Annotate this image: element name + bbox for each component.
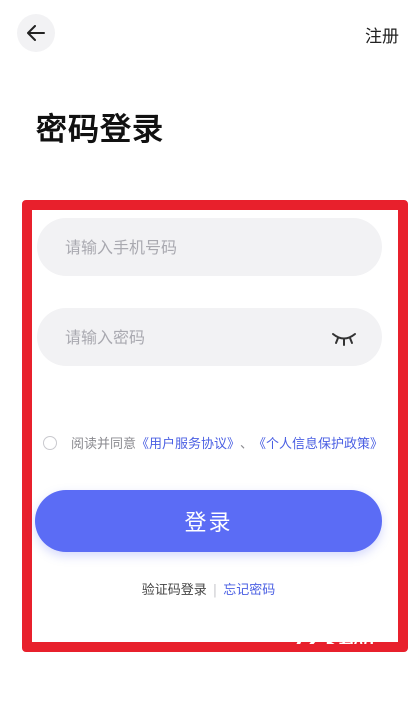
page-title: 密码登录: [36, 112, 164, 148]
phone-field[interactable]: [37, 218, 382, 276]
login-button[interactable]: 登录: [35, 490, 382, 552]
user-agreement-link[interactable]: 《用户服务协议》: [136, 433, 240, 452]
back-button[interactable]: [17, 14, 55, 52]
password-field[interactable]: [37, 308, 382, 366]
links-divider: |: [212, 583, 218, 598]
password-input[interactable]: [63, 326, 327, 348]
phone-input[interactable]: [63, 236, 327, 258]
agreement-separator: 、: [240, 437, 254, 452]
register-link[interactable]: 注册: [365, 22, 399, 47]
agreement-prefix: 阅读并同意: [71, 437, 137, 452]
arrow-left-icon: [27, 25, 45, 41]
forgot-password-link[interactable]: 忘记密码: [223, 583, 275, 598]
sms-login-link[interactable]: 验证码登录: [142, 583, 207, 598]
agreement-checkbox[interactable]: [43, 435, 57, 450]
agreement-row: 阅读并同意 《用户服务协议》 、 《个人信息保护政策》: [43, 433, 383, 452]
eye-closed-icon[interactable]: [330, 326, 358, 348]
alternative-links: 验证码登录 | 忘记密码: [0, 579, 417, 598]
watermark-text: 7Z下载站: [290, 628, 378, 644]
privacy-policy-link[interactable]: 《个人信息保护政策》: [253, 433, 383, 452]
